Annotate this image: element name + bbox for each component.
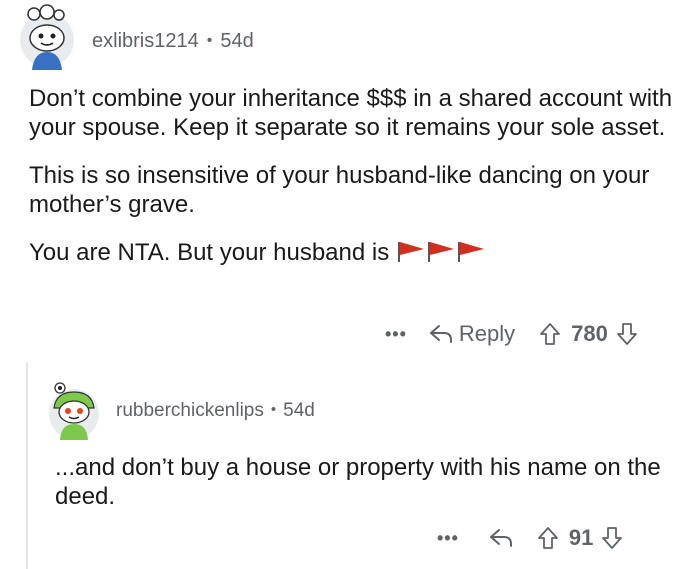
reply-actions: ••• 91 [437,522,623,554]
reply-text: ...and don’t buy a house or property wit… [55,454,661,510]
downvote-icon[interactable] [601,526,623,550]
username[interactable]: exlibris1214 [92,30,199,52]
vote-count: 780 [571,321,608,346]
comment-paragraph-last: You are NTA. But your husband is [29,238,679,267]
vote-count: 91 [568,525,594,550]
more-options-button[interactable]: ••• [437,528,459,549]
vote-control: 91 [537,525,623,551]
reply-label: Reply [458,321,516,346]
reply-age: 54d [283,400,315,421]
snoo-avatar-icon [20,4,74,70]
reply-arrow-icon [489,529,512,547]
red-flag-icon [426,240,456,262]
separator-dot: • [270,401,277,418]
comment-body: Don’t combine your inheritance $$$ in a … [29,84,679,286]
reply-arrow-icon [429,325,452,343]
downvote-icon[interactable] [616,322,638,346]
upvote-icon[interactable] [539,322,561,346]
separator-dot: • [206,32,213,49]
comment-meta: exlibris1214 • 54d [92,30,254,53]
upvote-icon[interactable] [537,526,559,550]
reply-button[interactable]: Reply [429,321,515,347]
comment-paragraph: Don’t combine your inheritance $$$ in a … [29,85,673,141]
comment-paragraph-text: You are NTA. But your husband is [29,239,390,266]
red-flag-icon [456,240,486,262]
reply-meta: rubberchickenlips • 54d [116,400,315,422]
vote-control: 780 [539,321,638,347]
snoo-frog-avatar-icon [49,382,99,440]
more-options-button[interactable]: ••• [385,324,407,345]
reply-button[interactable] [489,527,513,549]
avatar[interactable] [14,4,80,70]
reply-body: ...and don’t buy a house or property wit… [55,453,685,511]
comment-paragraph: This is so insensitive of your husband-l… [29,162,650,218]
username[interactable]: rubberchickenlips [116,400,264,421]
comment-actions: ••• Reply 780 [385,318,638,350]
comment-age: 54d [220,30,254,52]
avatar[interactable] [46,378,102,440]
thread-line[interactable] [26,362,28,569]
red-flag-icon [396,240,426,262]
